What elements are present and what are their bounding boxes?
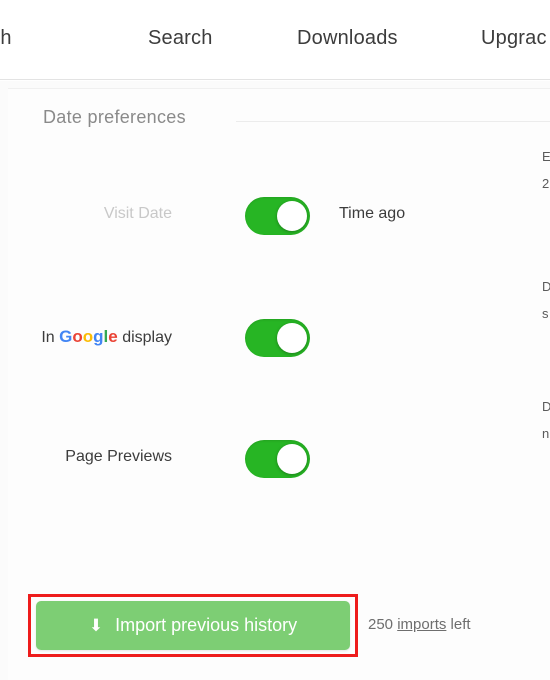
top-navigation-bar: arch Search Downloads Upgrac (0, 0, 550, 80)
right-col-text-5: n (542, 426, 550, 441)
nav-item-upgrade[interactable]: Upgrac (481, 27, 547, 50)
right-col-text-1: 2 (542, 176, 550, 191)
imports-suffix: left (446, 616, 471, 633)
in-google-prefix: In (41, 329, 60, 346)
import-button-label: Import previous history (115, 615, 298, 635)
import-previous-history-button[interactable]: ⬇ Import previous history (36, 601, 350, 650)
settings-panel: Date preferences E 2 D s D n Visit Date … (0, 81, 550, 680)
google-letter-g2: g (93, 327, 104, 346)
right-col-text-4: D (542, 399, 550, 414)
page-previews-toggle[interactable] (245, 440, 310, 478)
nav-item-search-partial[interactable]: arch (0, 27, 12, 50)
imports-link[interactable]: imports (397, 616, 446, 633)
imports-count: 250 (368, 616, 394, 633)
right-col-text-2: D (542, 279, 550, 294)
google-letter-g1: G (59, 327, 73, 346)
imports-left-status: 250 imports left (368, 616, 471, 633)
setting-row-visit-date: Visit Date Time ago (8, 194, 468, 238)
visit-date-toggle[interactable] (245, 197, 310, 235)
download-arrow-icon: ⬇ (88, 616, 104, 635)
in-google-display-label: In Google display (41, 327, 172, 347)
google-letter-e: e (108, 327, 118, 346)
section-divider (236, 121, 550, 122)
toggle-knob-icon (277, 444, 307, 474)
time-ago-label: Time ago (339, 205, 406, 222)
settings-panel-inner: Date preferences E 2 D s D n Visit Date … (8, 88, 550, 680)
google-wordmark: Google (59, 327, 118, 346)
toggle-knob-icon (277, 201, 307, 231)
right-col-text-3: s (542, 306, 549, 321)
right-col-text-0: E (542, 149, 550, 164)
toggle-knob-icon (277, 323, 307, 353)
setting-row-in-google-display: In Google display (8, 316, 468, 360)
section-title-date-preferences: Date preferences (43, 107, 186, 127)
in-google-suffix: display (117, 329, 172, 346)
nav-item-downloads[interactable]: Downloads (297, 27, 398, 50)
in-google-display-toggle[interactable] (245, 319, 310, 357)
google-letter-o1: o (72, 327, 83, 346)
setting-row-page-previews: Page Previews (8, 437, 468, 481)
google-letter-o2: o (82, 327, 94, 346)
page-previews-label: Page Previews (65, 448, 172, 465)
nav-item-search[interactable]: Search (148, 27, 213, 50)
visit-date-label: Visit Date (103, 205, 172, 222)
